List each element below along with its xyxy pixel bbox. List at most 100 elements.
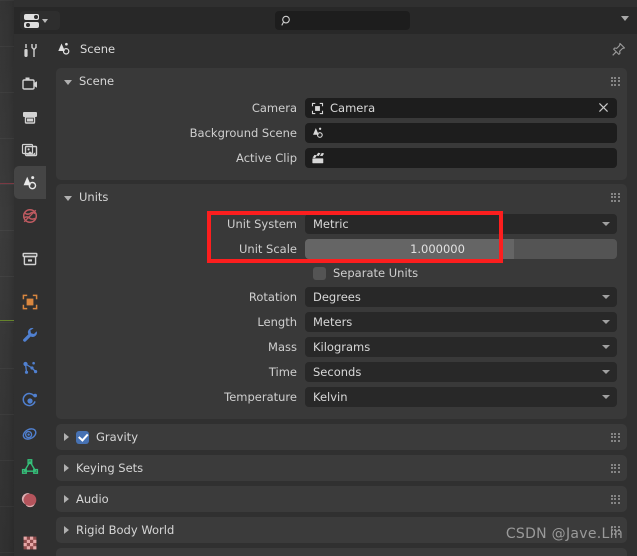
- grip-dots-icon[interactable]: [611, 193, 620, 202]
- temperature-dropdown[interactable]: Kelvin: [305, 387, 617, 407]
- sidebar-item-tool[interactable]: [14, 34, 46, 67]
- row-unit-system: Unit System Metric: [56, 213, 627, 235]
- row-temperature: Temperature Kelvin: [56, 386, 627, 408]
- properties-editor-icon: [24, 13, 39, 28]
- row-separate-units: Separate Units: [56, 263, 627, 283]
- panel-gravity-header[interactable]: Gravity: [56, 424, 627, 450]
- camera-data-icon: [311, 102, 324, 114]
- editor-type-selector[interactable]: [20, 11, 60, 30]
- chevron-down-icon: [42, 18, 48, 23]
- separate-units-checkbox[interactable]: [313, 266, 326, 280]
- object-square-icon: [22, 294, 38, 309]
- chevron-down-icon: [602, 295, 610, 299]
- panel-rigid-body-world-header[interactable]: Rigid Body World: [56, 517, 627, 543]
- separate-units-label: Separate Units: [333, 266, 419, 280]
- sidebar-item-texture[interactable]: [14, 526, 46, 556]
- printer-icon: [23, 111, 37, 124]
- chevron-down-icon: [602, 345, 610, 349]
- panel-audio-title: Audio: [76, 492, 109, 506]
- panel-units-title: Units: [79, 190, 109, 204]
- viewport-sliver[interactable]: [0, 0, 14, 556]
- scene-cone-icon: [313, 127, 323, 138]
- sidebar-item-material[interactable]: [14, 483, 46, 516]
- panel-gravity-title: Gravity: [96, 430, 139, 444]
- row-background-scene: Background Scene: [56, 122, 627, 144]
- grip-dots-icon[interactable]: [611, 433, 620, 442]
- unit-system-dropdown[interactable]: Metric: [305, 214, 617, 234]
- row-time: Time Seconds: [56, 361, 627, 383]
- sidebar-item-object-data[interactable]: [14, 450, 46, 483]
- sidebar-item-output[interactable]: [14, 100, 46, 133]
- mesh-data-triangle-icon: [21, 458, 39, 474]
- unit-scale-value: 1.000000: [410, 242, 465, 256]
- gravity-checkbox[interactable]: [76, 430, 89, 444]
- constraint-icon: [22, 427, 37, 440]
- mass-dropdown[interactable]: Kilograms: [305, 337, 617, 357]
- row-rotation: Rotation Degrees: [56, 286, 627, 308]
- tab-separator: [14, 232, 46, 242]
- row-unit-scale: Unit Scale 1.000000: [56, 238, 627, 260]
- tool-icon: [24, 43, 37, 57]
- sidebar-item-collection[interactable]: [14, 242, 46, 275]
- unit-system-value: Metric: [313, 217, 349, 231]
- time-dropdown[interactable]: Seconds: [305, 362, 617, 382]
- chevron-down-icon: [602, 370, 610, 374]
- panel-scene-header[interactable]: Scene: [56, 68, 627, 94]
- search-field[interactable]: [275, 11, 410, 30]
- clapperboard-icon: [312, 152, 325, 164]
- row-length: Length Meters: [56, 311, 627, 333]
- panel-custom-properties-header[interactable]: Custom Properties: [56, 548, 627, 556]
- chevron-right-icon: [64, 526, 69, 534]
- search-input[interactable]: [297, 14, 397, 27]
- wrench-icon: [23, 327, 37, 342]
- panel-units-header[interactable]: Units: [56, 184, 627, 210]
- temperature-label: Temperature: [224, 390, 297, 404]
- sidebar-item-world[interactable]: [14, 199, 46, 232]
- rotation-value: Degrees: [313, 290, 361, 304]
- camera-back-icon: [22, 77, 37, 90]
- chevron-down-icon: [602, 395, 610, 399]
- properties-main-area: Scene Scene Camera Camera Background Sce…: [46, 34, 637, 556]
- unit-scale-label: Unit Scale: [238, 242, 297, 256]
- collection-box-icon: [22, 252, 38, 265]
- sidebar-item-object[interactable]: [14, 285, 46, 318]
- unit-scale-slider[interactable]: 1.000000: [305, 239, 617, 259]
- sidebar-item-view-layer[interactable]: [14, 133, 46, 166]
- grip-dots-icon[interactable]: [611, 526, 620, 535]
- sidebar-item-physics[interactable]: [14, 384, 46, 417]
- header-options-chevron-down-icon[interactable]: [621, 16, 629, 21]
- chevron-right-icon: [64, 495, 69, 503]
- rotation-dropdown[interactable]: Degrees: [305, 287, 617, 307]
- world-globe-icon: [22, 208, 38, 223]
- breadcrumb-label: Scene: [80, 42, 116, 56]
- properties-tab-column: [14, 34, 46, 556]
- camera-object-field[interactable]: Camera: [305, 98, 617, 118]
- background-scene-field[interactable]: [305, 123, 617, 143]
- sidebar-item-object-constraints[interactable]: [14, 417, 46, 450]
- breadcrumb: Scene: [46, 34, 637, 64]
- pin-icon[interactable]: [611, 42, 626, 61]
- time-value: Seconds: [313, 365, 362, 379]
- panel-rigid-body-world-title: Rigid Body World: [76, 523, 175, 537]
- chevron-right-icon: [64, 464, 69, 472]
- panel-scene-body: Camera Camera Background Scene Active Cl…: [56, 94, 627, 180]
- sidebar-item-scene[interactable]: [14, 166, 46, 199]
- panel-keying-sets-header[interactable]: Keying Sets: [56, 455, 627, 481]
- sidebar-item-modifiers[interactable]: [14, 318, 46, 351]
- panel-custom-properties: Custom Properties: [56, 548, 627, 556]
- length-dropdown[interactable]: Meters: [305, 312, 617, 332]
- grip-dots-icon[interactable]: [611, 495, 620, 504]
- editor-header-bar: [14, 7, 637, 34]
- grip-dots-icon[interactable]: [611, 464, 620, 473]
- grip-dots-icon[interactable]: [611, 77, 620, 86]
- physics-orbit-icon: [22, 392, 37, 406]
- rotation-label: Rotation: [248, 290, 297, 304]
- chevron-right-icon: [64, 433, 69, 441]
- close-x-icon[interactable]: [597, 101, 610, 117]
- tab-separator: [14, 516, 46, 526]
- sidebar-item-particles[interactable]: [14, 351, 46, 384]
- sidebar-item-render[interactable]: [14, 67, 46, 100]
- particles-icon: [23, 361, 38, 374]
- active-clip-field[interactable]: [305, 148, 617, 168]
- panel-audio-header[interactable]: Audio: [56, 486, 627, 512]
